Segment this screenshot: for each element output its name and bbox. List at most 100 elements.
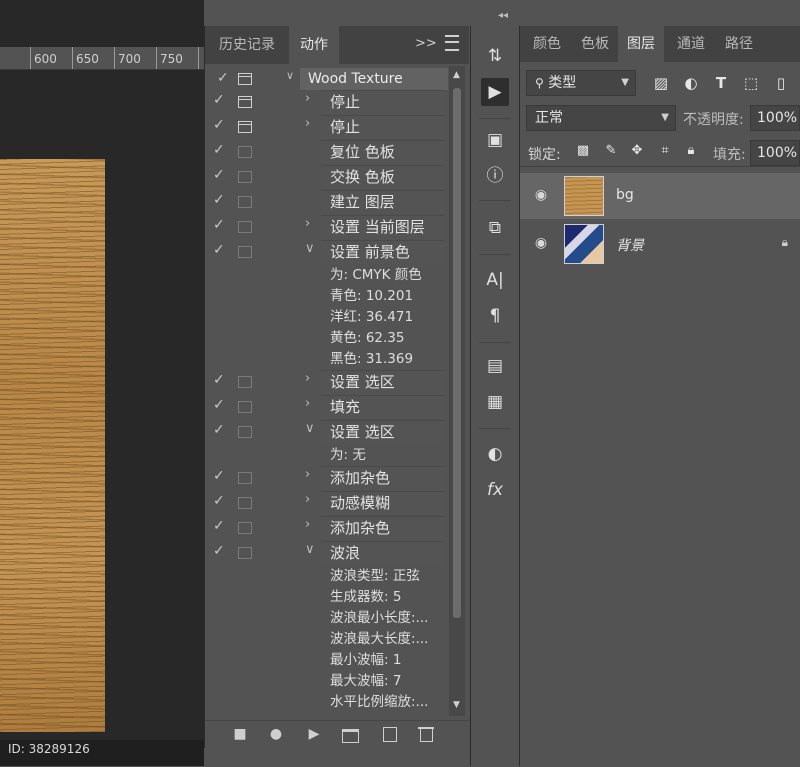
dialog-toggle-icon[interactable] <box>238 401 252 413</box>
action-parameter-row[interactable]: 波浪类型: 正弦 <box>205 566 451 587</box>
dialog-toggle-icon[interactable] <box>238 522 252 534</box>
tab-history[interactable]: 历史记录 <box>205 26 289 64</box>
action-step-row[interactable]: ✓ › 动感模糊 <box>205 491 451 515</box>
visibility-eye-icon[interactable]: ◉ <box>532 235 550 251</box>
dialog-toggle-icon[interactable] <box>238 246 252 258</box>
scroll-down-icon[interactable]: ▼ <box>453 700 460 710</box>
action-parameter-row[interactable]: 黑色: 31.369 <box>205 349 451 370</box>
check-icon[interactable]: ✓ <box>213 468 229 484</box>
dialog-toggle-icon[interactable] <box>238 426 252 438</box>
paragraph-icon[interactable]: ¶ <box>481 302 509 330</box>
adjustments-icon[interactable]: ◐ <box>481 440 509 468</box>
shape-filter-icon[interactable]: ⬚ <box>740 72 762 94</box>
check-icon[interactable]: ✓ <box>213 167 229 183</box>
dialog-toggle-icon[interactable] <box>238 472 252 484</box>
action-step-row[interactable]: ✓ › 停止 <box>205 115 451 139</box>
wood-texture-document[interactable] <box>0 159 105 732</box>
layer-filter-dropdown[interactable]: ⚲ 类型 ▼ <box>526 70 636 96</box>
3d-cube-icon[interactable]: ▣ <box>481 126 509 154</box>
fill-field[interactable]: 100% <box>750 140 800 166</box>
dialog-toggle-icon[interactable] <box>238 221 252 233</box>
action-parameter-row[interactable]: 黄色: 62.35 <box>205 328 451 349</box>
dialog-toggle-icon[interactable] <box>238 196 252 208</box>
character-icon[interactable]: A| <box>481 266 509 294</box>
panel-menu-icon[interactable] <box>445 35 459 51</box>
action-set-check[interactable]: ✓ <box>217 70 229 86</box>
action-parameter-row[interactable]: 为: 无 <box>205 445 451 466</box>
check-icon[interactable]: ✓ <box>213 397 229 413</box>
action-step-row[interactable]: ✓ › 填充 <box>205 395 451 419</box>
chevron-right-icon[interactable]: › <box>305 371 310 386</box>
action-step-row[interactable]: ✓ ∨ 设置 前景色 <box>205 240 451 264</box>
dialog-toggle-icon[interactable] <box>238 171 252 183</box>
check-icon[interactable]: ✓ <box>213 242 229 258</box>
check-icon[interactable]: ✓ <box>213 192 229 208</box>
action-step-row[interactable]: ✓ ∨ 波浪 <box>205 541 451 565</box>
check-icon[interactable]: ✓ <box>213 518 229 534</box>
lock-image-pixels-icon[interactable]: ✎ <box>600 140 622 162</box>
action-parameter-row[interactable]: 洋红: 36.471 <box>205 307 451 328</box>
action-step-row[interactable]: ✓ › 添加杂色 <box>205 466 451 490</box>
layer-row-bg[interactable]: ◉ bg <box>520 173 800 219</box>
check-icon[interactable]: ✓ <box>213 92 229 108</box>
actions-scrollbar-thumb[interactable] <box>453 88 461 618</box>
pixel-filter-icon[interactable]: ▨ <box>650 72 672 94</box>
dialog-toggle-icon[interactable] <box>238 121 252 133</box>
tab-paths[interactable]: 路径 <box>716 26 762 62</box>
scroll-up-icon[interactable]: ▲ <box>453 70 460 80</box>
action-step-row[interactable]: ✓ › 添加杂色 <box>205 516 451 540</box>
chevron-down-icon[interactable]: ∨ <box>305 542 315 557</box>
lock-all-icon[interactable]: 🔒︎ <box>680 140 702 162</box>
layer-name[interactable]: bg <box>616 187 634 203</box>
new-set-folder-icon[interactable] <box>339 723 361 745</box>
action-parameter-row[interactable]: 青色: 10.201 <box>205 286 451 307</box>
chevron-right-icon[interactable]: › <box>305 396 310 411</box>
history-brush-icon[interactable]: ⇅ <box>481 42 509 70</box>
chevron-right-icon[interactable]: › <box>305 216 310 231</box>
stop-icon[interactable]: ■ <box>229 723 251 745</box>
smart-object-filter-icon[interactable]: ▯ <box>770 72 792 94</box>
chevron-right-icon[interactable]: › <box>305 492 310 507</box>
chevron-down-icon[interactable]: ∨ <box>286 69 294 82</box>
dialog-toggle-icon[interactable] <box>238 146 252 158</box>
check-icon[interactable]: ✓ <box>213 217 229 233</box>
action-parameter-row[interactable]: 最大波幅: 7 <box>205 671 451 692</box>
action-parameter-row[interactable]: 波浪最大长度:... <box>205 629 451 650</box>
action-step-row[interactable]: ✓ › 设置 当前图层 <box>205 215 451 239</box>
action-step-row[interactable]: ✓ ∨ 设置 选区 <box>205 420 451 444</box>
layer-row-background[interactable]: ◉ 背景 🔒︎ <box>520 221 800 267</box>
record-icon[interactable]: ● <box>265 723 287 745</box>
action-step-row[interactable]: ✓ 交换 色板 <box>205 165 451 189</box>
action-set-row[interactable]: Wood Texture <box>300 68 448 90</box>
new-action-icon[interactable] <box>379 723 401 745</box>
action-step-row[interactable]: ✓ › 设置 选区 <box>205 370 451 394</box>
check-icon[interactable]: ✓ <box>213 142 229 158</box>
dialog-toggle-icon[interactable] <box>238 547 252 559</box>
opacity-field[interactable]: 100% <box>750 105 800 131</box>
action-parameter-row[interactable]: 波浪最小长度:... <box>205 608 451 629</box>
properties-icon[interactable]: ▤ <box>481 352 509 380</box>
chevron-down-icon[interactable]: ∨ <box>305 421 315 436</box>
tab-channels[interactable]: 通道 <box>666 26 716 62</box>
blend-mode-dropdown[interactable]: 正常 ▼ <box>526 105 676 131</box>
chevron-right-icon[interactable]: › <box>305 467 310 482</box>
tab-swatches[interactable]: 色板 <box>572 26 618 62</box>
play-icon[interactable]: ▶ <box>303 723 325 745</box>
action-set-dialog-toggle[interactable] <box>238 73 252 85</box>
collapse-panels-icon[interactable]: ◂◂ <box>498 10 508 21</box>
action-parameter-row[interactable]: 水平比例缩放:... <box>205 692 451 713</box>
chevron-down-icon[interactable]: ∨ <box>305 241 315 256</box>
styles-fx-icon[interactable]: fx <box>481 476 509 504</box>
trash-icon[interactable] <box>415 723 437 745</box>
chevron-right-icon[interactable]: › <box>305 517 310 532</box>
clone-source-icon[interactable]: ⧉ <box>481 214 509 242</box>
panel-expand-icon[interactable]: >> <box>415 36 437 51</box>
adjustment-filter-icon[interactable]: ◐ <box>680 72 702 94</box>
chevron-right-icon[interactable]: › <box>305 116 310 131</box>
check-icon[interactable]: ✓ <box>213 543 229 559</box>
info-icon[interactable]: ⓘ <box>481 162 509 190</box>
dialog-toggle-icon[interactable] <box>238 376 252 388</box>
visibility-eye-icon[interactable]: ◉ <box>532 187 550 203</box>
notes-icon[interactable]: ▦ <box>481 388 509 416</box>
action-step-row[interactable]: ✓ 建立 图层 <box>205 190 451 214</box>
